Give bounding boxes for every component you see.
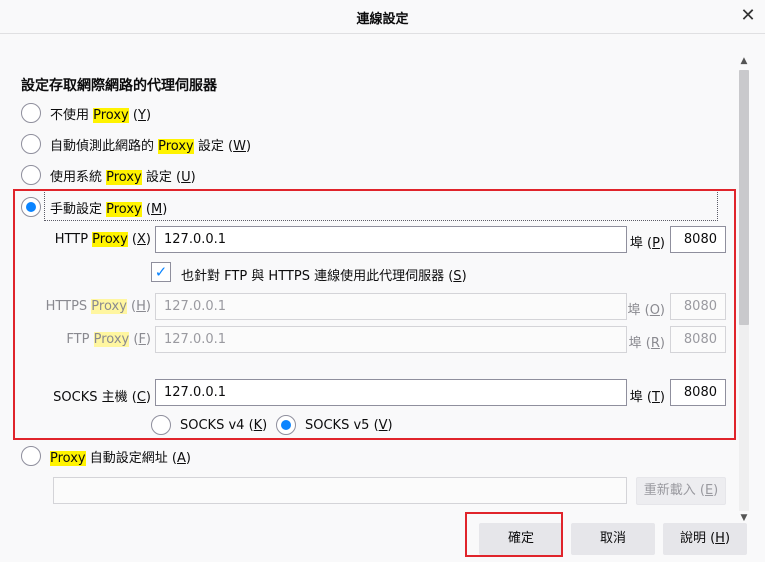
radio-auto-detect-label: 自動偵測此網路的 Proxy 設定 (W) — [50, 138, 252, 154]
also-use-label: 也針對 FTP 與 HTTPS 連線使用此代理伺服器 (S) — [181, 269, 467, 284]
radio-socks-v5[interactable] — [276, 415, 296, 435]
cancel-button[interactable]: 取消 — [571, 523, 655, 555]
settings-content: 設定存取網際網路的代理伺服器 不使用 Proxy (Y) 自動偵測此網路的 Pr… — [0, 34, 737, 514]
radio-autoconfig-row[interactable]: Proxy 自動設定網址 (A) — [21, 446, 191, 466]
radio-system-proxy-row[interactable]: 使用系統 Proxy 設定 (U) — [21, 165, 196, 185]
ftp-proxy-input: 127.0.0.1 — [155, 326, 627, 353]
socks-port-label: 埠 (T) — [629, 390, 665, 405]
ok-button[interactable]: 確定 — [479, 523, 563, 555]
radio-socks-v5-row[interactable]: SOCKS v5 (V) — [276, 415, 393, 435]
close-icon[interactable]: ✕ — [737, 5, 759, 27]
https-port-input: 8080 — [670, 293, 726, 320]
dialog-title: 連線設定 — [356, 12, 409, 27]
checkmark-icon: ✓ — [154, 263, 168, 281]
socks-host-label: SOCKS 主機 (C) — [53, 390, 151, 405]
socks-port-input[interactable]: 8080 — [670, 379, 726, 406]
ftp-port-input: 8080 — [670, 326, 726, 353]
radio-auto-detect-row[interactable]: 自動偵測此網路的 Proxy 設定 (W) — [21, 134, 251, 154]
ftp-proxy-label: FTP Proxy (F) — [66, 332, 151, 347]
radio-no-proxy-label: 不使用 Proxy (Y) — [50, 107, 152, 123]
http-port-label: 埠 (P) — [629, 236, 665, 251]
title-bar: 連線設定 ✕ — [0, 0, 765, 34]
radio-no-proxy[interactable] — [21, 103, 41, 123]
radio-socks-v5-label: SOCKS v5 (V) — [305, 417, 393, 433]
radio-autoconfig[interactable] — [21, 446, 41, 466]
section-heading: 設定存取網際網路的代理伺服器 — [21, 78, 217, 94]
radio-no-proxy-row[interactable]: 不使用 Proxy (Y) — [21, 103, 151, 123]
radio-socks-v4-row[interactable]: SOCKS v4 (K) — [151, 415, 267, 435]
scroll-thumb[interactable] — [739, 70, 749, 325]
radio-system-proxy[interactable] — [21, 165, 41, 185]
reload-button: 重新載入 (E) — [636, 477, 726, 505]
http-proxy-label: HTTP Proxy (X) — [54, 232, 151, 247]
radio-auto-detect[interactable] — [21, 134, 41, 154]
radio-socks-v4-label: SOCKS v4 (K) — [180, 417, 268, 433]
also-use-checkbox[interactable]: ✓ — [151, 262, 171, 282]
radio-autoconfig-label: Proxy 自動設定網址 (A) — [50, 450, 191, 466]
https-port-label: 埠 (O) — [627, 303, 665, 318]
help-button[interactable]: 說明 (H) — [663, 523, 747, 555]
http-proxy-input[interactable]: 127.0.0.1 — [155, 226, 627, 253]
scroll-up-icon[interactable]: ▲ — [737, 54, 751, 68]
vertical-scrollbar[interactable]: ▲ ▼ — [737, 52, 751, 523]
http-port-input[interactable]: 8080 — [670, 226, 726, 253]
ftp-port-label: 埠 (R) — [628, 336, 665, 351]
radio-manual-proxy-label: 手動設定 Proxy (M) — [50, 201, 168, 217]
radio-system-proxy-label: 使用系統 Proxy 設定 (U) — [50, 169, 196, 185]
socks-host-input[interactable]: 127.0.0.1 — [155, 379, 627, 406]
radio-manual-proxy-row[interactable]: 手動設定 Proxy (M) — [21, 197, 167, 217]
radio-socks-v4[interactable] — [151, 415, 171, 435]
radio-manual-proxy[interactable] — [21, 197, 41, 217]
https-proxy-label: HTTPS Proxy (H) — [45, 299, 151, 314]
autoconfig-url-input — [53, 477, 627, 504]
https-proxy-input: 127.0.0.1 — [155, 293, 627, 320]
